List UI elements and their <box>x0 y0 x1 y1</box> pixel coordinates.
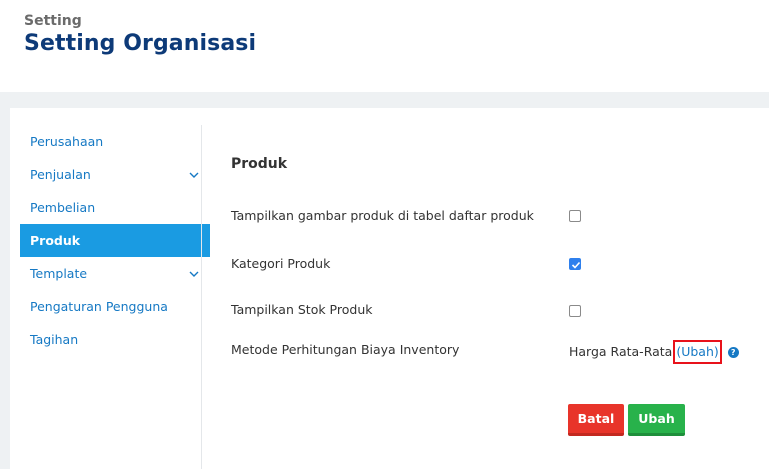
page-title: Setting Organisasi <box>24 31 257 56</box>
question-circle-icon[interactable]: ? <box>727 347 739 358</box>
sidebar-item-pengaturan-pengguna[interactable]: Pengaturan Pengguna <box>20 290 210 323</box>
page-header: Setting Setting Organisasi <box>0 0 769 92</box>
settings-sidebar: Perusahaan Penjualan Pembelian Produk Te… <box>20 125 210 356</box>
inventory-method-value-row: Harga Rata-Rata (Ubah)? <box>569 340 739 364</box>
cancel-button[interactable]: Batal <box>568 404 624 436</box>
setting-label-show-product-image: Tampilkan gambar produk di tabel daftar … <box>231 208 534 223</box>
check-icon <box>571 261 581 269</box>
sidebar-item-perusahaan[interactable]: Perusahaan <box>20 125 210 158</box>
save-button[interactable]: Ubah <box>628 404 685 436</box>
sidebar-item-penjualan[interactable]: Penjualan <box>20 158 210 191</box>
sidebar-item-pembelian[interactable]: Pembelian <box>20 191 210 224</box>
setting-label-show-stock: Tampilkan Stok Produk <box>231 302 373 317</box>
sidebar-item-label: Perusahaan <box>30 134 104 149</box>
sidebar-item-label: Pengaturan Pengguna <box>30 299 168 314</box>
change-method-link[interactable]: (Ubah) <box>673 340 722 364</box>
product-category-checkbox[interactable] <box>569 258 581 270</box>
sidebar-item-label: Penjualan <box>30 167 91 182</box>
sidebar-item-label: Template <box>30 266 88 281</box>
sidebar-divider <box>201 125 202 469</box>
section-title: Produk <box>231 156 288 172</box>
inventory-method-value: Harga Rata-Rata <box>569 344 673 359</box>
setting-label-product-category: Kategori Produk <box>231 256 331 271</box>
sidebar-item-label: Produk <box>30 233 81 248</box>
chevron-down-icon <box>189 172 199 178</box>
setting-label-inventory-method: Metode Perhitungan Biaya Inventory <box>231 342 460 357</box>
sidebar-item-template[interactable]: Template <box>20 257 210 290</box>
sidebar-item-produk[interactable]: Produk <box>20 224 210 257</box>
show-product-image-checkbox[interactable] <box>569 210 581 222</box>
sidebar-item-tagihan[interactable]: Tagihan <box>20 323 210 356</box>
breadcrumb[interactable]: Setting <box>24 13 82 29</box>
settings-card: Perusahaan Penjualan Pembelian Produk Te… <box>10 108 769 469</box>
chevron-down-icon <box>189 271 199 277</box>
sidebar-item-label: Pembelian <box>30 200 96 215</box>
show-stock-checkbox[interactable] <box>569 305 581 317</box>
sidebar-item-label: Tagihan <box>30 332 79 347</box>
